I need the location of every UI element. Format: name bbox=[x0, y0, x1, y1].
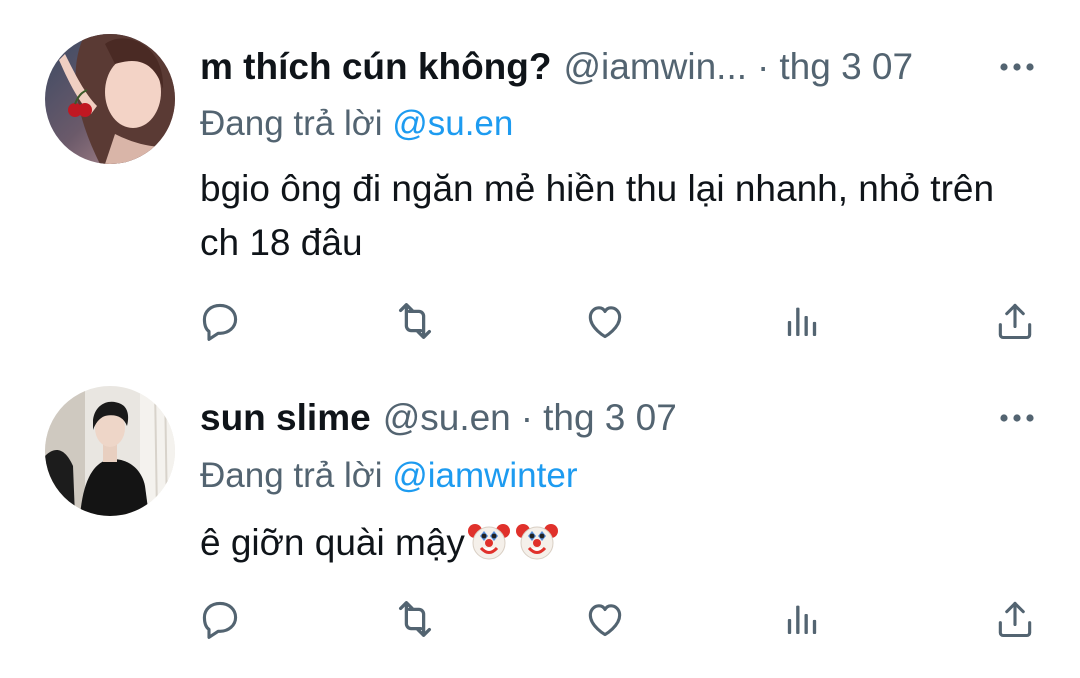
reply-icon[interactable] bbox=[195, 296, 245, 346]
views-icon[interactable] bbox=[777, 594, 827, 644]
reply-mention-link[interactable]: @su.en bbox=[392, 104, 513, 143]
tweet-header: sun slime @su.en · thg 3 07 bbox=[200, 393, 677, 443]
clown-face-emoji bbox=[467, 524, 510, 560]
tweet-text: bgio ông đi ngăn mẻ hiền thu lại nhanh, … bbox=[200, 168, 995, 263]
clown-face-emoji bbox=[515, 524, 558, 560]
tweet-text: ê giỡn quài mậy bbox=[200, 522, 465, 563]
user-handle[interactable]: @su.en bbox=[383, 393, 511, 443]
separator-dot: · bbox=[520, 397, 534, 438]
display-name[interactable]: m thích cún không? bbox=[200, 42, 551, 92]
display-name[interactable]: sun slime bbox=[200, 393, 371, 443]
timestamp[interactable]: thg 3 07 bbox=[543, 393, 677, 443]
reply-context: Đang trả lời @iamwinter bbox=[200, 454, 578, 498]
avatar[interactable] bbox=[45, 386, 175, 516]
reply-mention-link[interactable]: @iamwinter bbox=[392, 456, 577, 495]
action-bar bbox=[195, 594, 1040, 644]
like-icon[interactable] bbox=[580, 594, 630, 644]
share-icon[interactable] bbox=[990, 296, 1040, 346]
separator-dot: · bbox=[757, 46, 770, 87]
tweet[interactable]: sun slime @su.en · thg 3 07 Đang trả lời… bbox=[0, 350, 1080, 678]
retweet-icon[interactable] bbox=[390, 296, 440, 346]
reply-context: Đang trả lời @su.en bbox=[200, 102, 513, 146]
avatar[interactable] bbox=[45, 34, 175, 164]
like-icon[interactable] bbox=[580, 296, 630, 346]
tweet[interactable]: m thích cún không? @iamwin... · thg 3 07… bbox=[0, 0, 1080, 350]
emoji-group bbox=[467, 519, 563, 563]
reply-prefix: Đang trả lời bbox=[200, 456, 383, 495]
tweet-body: ê giỡn quài mậy bbox=[200, 516, 1020, 570]
more-horizontal-icon[interactable] bbox=[999, 400, 1035, 436]
views-icon[interactable] bbox=[777, 296, 827, 346]
more-horizontal-icon[interactable] bbox=[999, 49, 1035, 85]
retweet-icon[interactable] bbox=[390, 594, 440, 644]
reply-prefix: Đang trả lời bbox=[200, 104, 383, 143]
timestamp[interactable]: thg 3 07 bbox=[779, 42, 913, 92]
reply-icon[interactable] bbox=[195, 594, 245, 644]
tweet-header: m thích cún không? @iamwin... · thg 3 07 bbox=[200, 42, 913, 92]
user-handle[interactable]: @iamwin... bbox=[563, 42, 747, 92]
action-bar bbox=[195, 296, 1040, 346]
share-icon[interactable] bbox=[990, 594, 1040, 644]
